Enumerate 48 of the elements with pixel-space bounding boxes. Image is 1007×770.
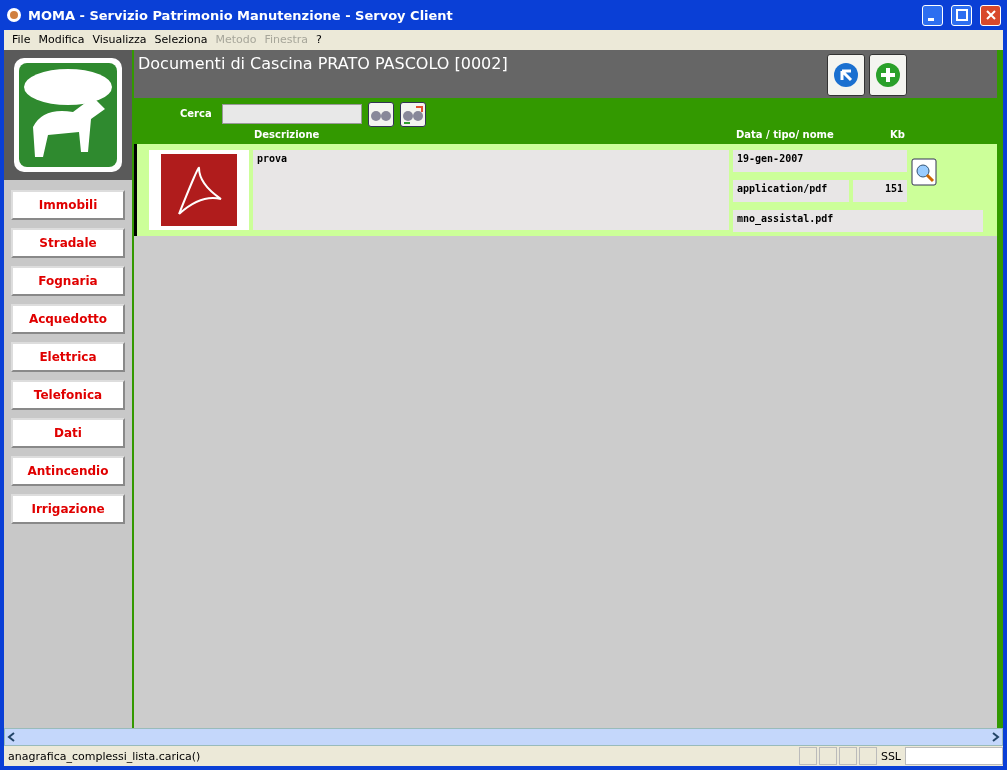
sidebar-button[interactable]: Fognaria (11, 266, 125, 296)
add-button[interactable] (869, 54, 907, 96)
minimize-icon (927, 17, 934, 21)
menu-item[interactable]: Seleziona (150, 32, 212, 46)
ssl-label: SSL (879, 749, 902, 763)
status-cell (818, 747, 837, 765)
sidebar-button[interactable]: Dati (11, 418, 125, 448)
minimize-button[interactable] (922, 4, 943, 26)
status-cell (858, 747, 877, 765)
sidebar-button[interactable]: Antincendio (11, 456, 125, 486)
window-title: MOMA - Servizio Patrimonio Manutenzione - Servoy Client (28, 7, 454, 23)
maximize-icon (955, 9, 968, 21)
horizontal-scrollbar[interactable] (4, 728, 1003, 746)
type-cell: application/pdf (733, 180, 849, 202)
menu-item[interactable]: Modifica (34, 32, 89, 46)
status-text: anagrafica_complessi_lista.carica() (7, 749, 202, 763)
reset-search-button[interactable] (400, 102, 426, 127)
close-button[interactable] (980, 4, 1001, 26)
page-title: Documenti di Cascina PRATO PASCOLO [0002] (138, 54, 508, 75)
column-header: Kb (890, 129, 905, 140)
date-cell: 19-gen-2007 (733, 150, 907, 172)
status-cell (798, 747, 817, 765)
filename-cell: mno_assistal.pdf (733, 210, 983, 232)
sidebar-button[interactable]: Stradale (11, 228, 125, 258)
description-cell: prova (253, 150, 729, 230)
search-button[interactable] (368, 102, 394, 127)
binoculars-refresh-icon (402, 104, 424, 125)
sidebar-button[interactable]: Telefonica (11, 380, 125, 410)
app-icon (6, 7, 22, 23)
menu-item[interactable]: File (8, 32, 35, 46)
sidebar-button[interactable]: Elettrica (11, 342, 125, 372)
status-cell (838, 747, 857, 765)
column-header: Data / tipo/ nome (736, 129, 834, 140)
close-icon (984, 9, 997, 21)
back-button[interactable] (827, 54, 865, 96)
search-field[interactable] (222, 104, 362, 124)
plus-icon (875, 62, 901, 88)
size-cell: 151 (853, 180, 907, 202)
pdf-icon (161, 154, 237, 226)
menu-item[interactable]: ? (312, 32, 326, 46)
preview-icon[interactable] (911, 158, 937, 186)
sidebar-button[interactable]: Immobili (11, 190, 125, 220)
search-label: Cerca (180, 108, 212, 119)
sidebar-button[interactable]: Irrigazione (11, 494, 125, 524)
menu-item[interactable]: Visualizza (88, 32, 151, 46)
column-header: Descrizione (254, 129, 320, 140)
sidebar-button[interactable]: Acquedotto (11, 304, 125, 334)
maximize-button[interactable] (951, 4, 972, 26)
